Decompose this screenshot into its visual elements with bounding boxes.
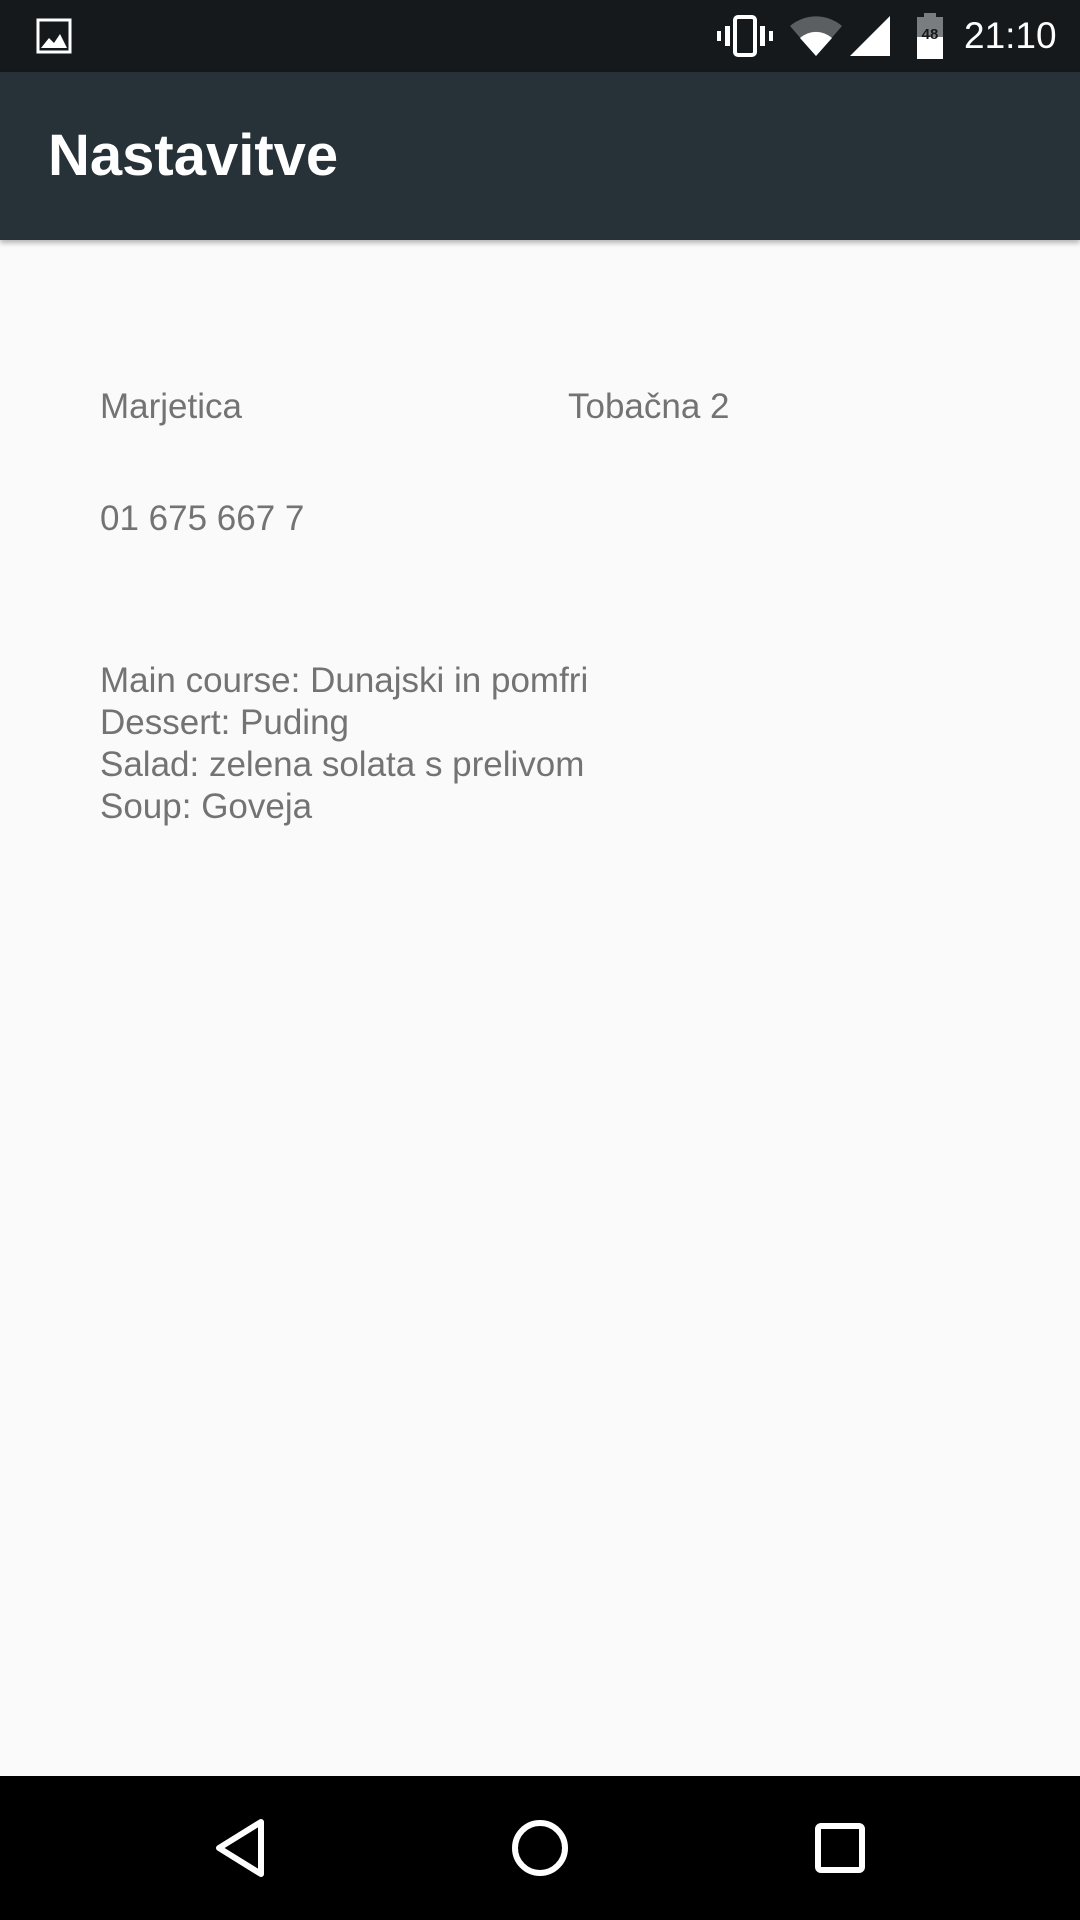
screen: 48 21:10 Nastavitve Marjetica Tobačna 2 …	[0, 0, 1080, 1920]
navigation-bar	[0, 1776, 1080, 1920]
restaurant-address: Tobačna 2	[568, 387, 730, 426]
menu-item-soup: Soup: Goveja	[100, 787, 313, 826]
back-icon[interactable]	[205, 1812, 277, 1884]
status-bar: 48 21:10	[0, 0, 1080, 72]
restaurant-phone: 01 675 667 7	[100, 499, 305, 538]
app-toolbar: Nastavitve	[0, 72, 1080, 240]
restaurant-name: Marjetica	[100, 387, 242, 426]
status-time: 21:10	[964, 15, 1057, 56]
home-icon[interactable]	[504, 1812, 576, 1884]
gallery-icon	[36, 18, 72, 54]
vibrate-icon	[717, 15, 773, 57]
signal-icon	[850, 16, 890, 56]
recents-icon[interactable]	[804, 1812, 876, 1884]
battery-level: 48	[921, 26, 939, 43]
menu-item-main-course: Main course: Dunajski in pomfri	[100, 661, 589, 700]
menu-list: Main course: Dunajski in pomfri Dessert:…	[100, 660, 588, 828]
menu-item-dessert: Dessert: Puding	[100, 703, 350, 742]
wifi-icon	[790, 16, 842, 56]
menu-item-salad: Salad: zelena solata s prelivom	[100, 745, 585, 784]
page-title: Nastavitve	[48, 123, 339, 188]
